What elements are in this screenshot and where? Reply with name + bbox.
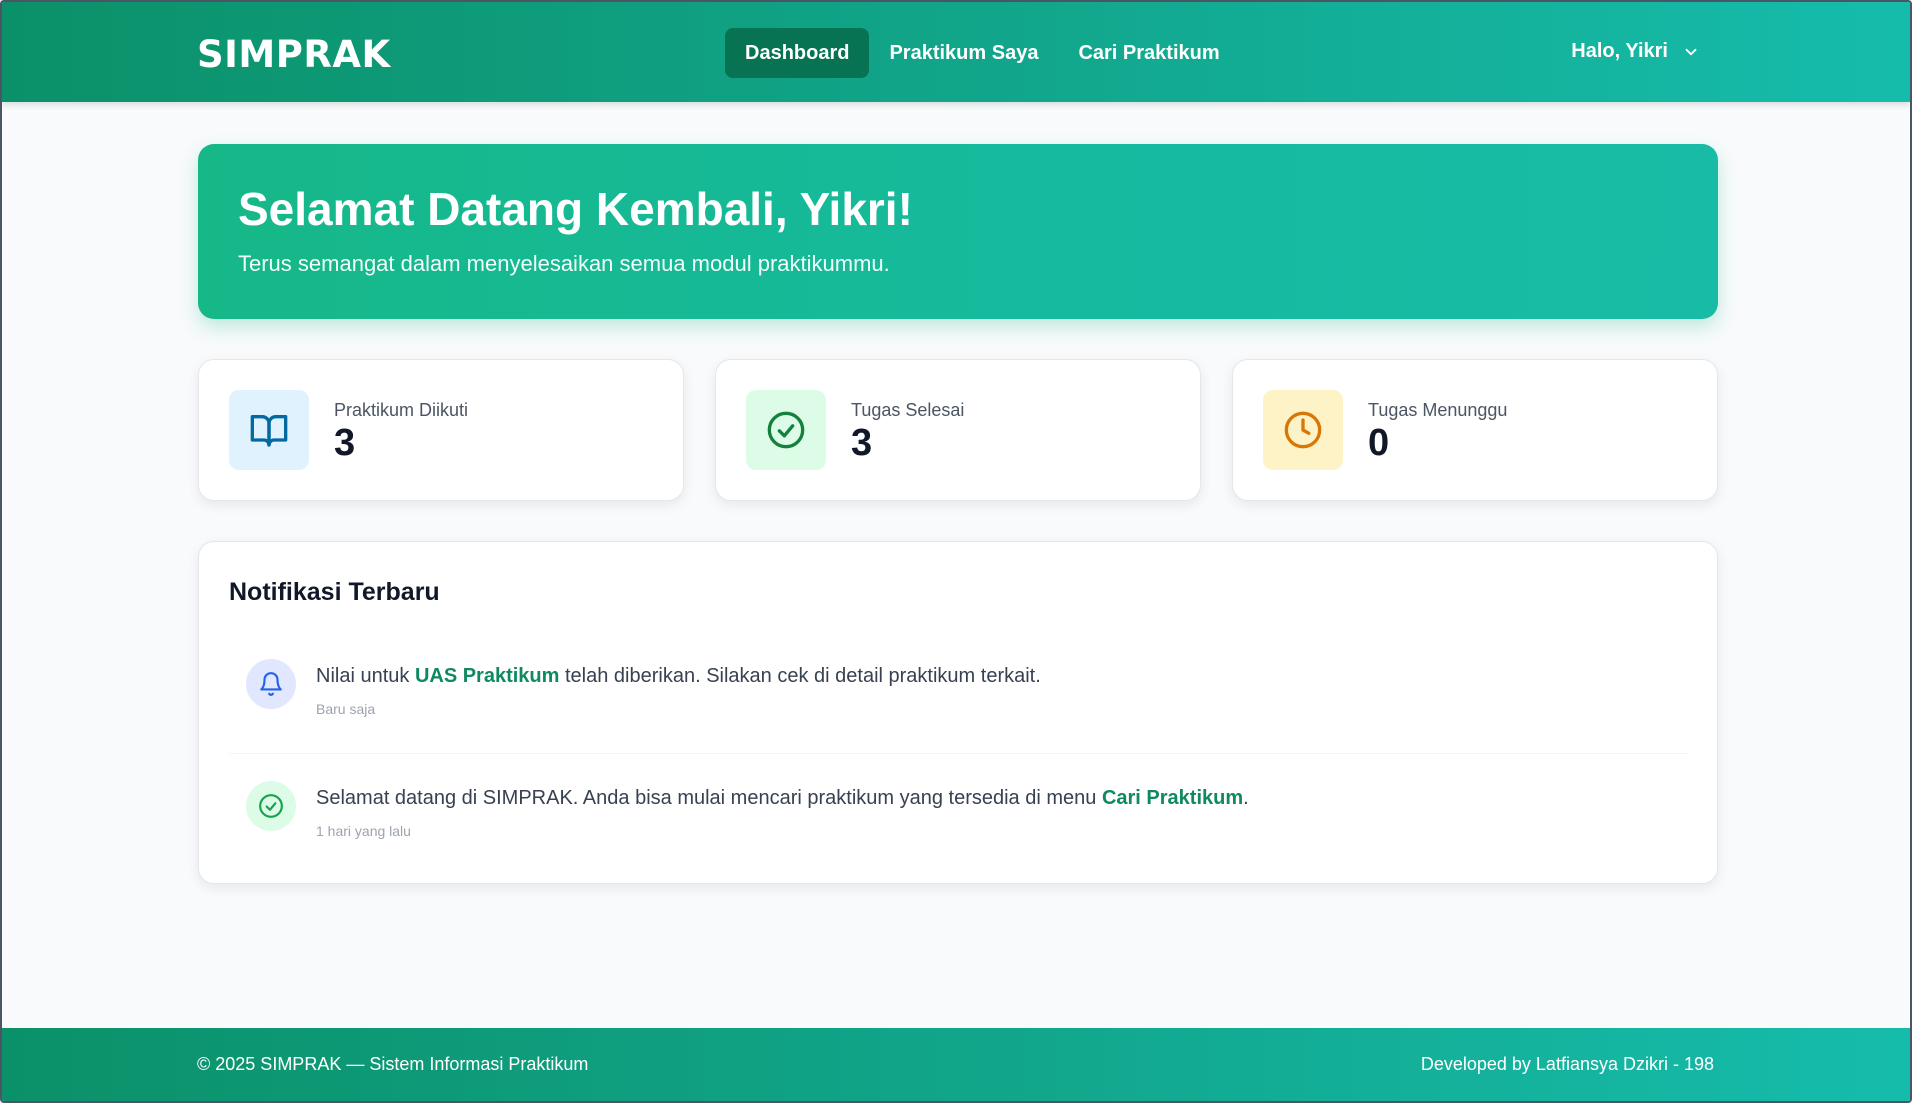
user-menu[interactable]: Halo, Yikri (1571, 40, 1700, 63)
nav-dashboard[interactable]: Dashboard (725, 28, 870, 78)
notification-text-after: . (1243, 787, 1249, 809)
notification-item: Nilai untuk UAS Praktikum telah diberika… (229, 649, 1689, 749)
check-circle-icon (259, 794, 283, 818)
notification-link-cari-praktikum[interactable]: Cari Praktikum (1102, 787, 1243, 809)
notification-item: Selamat datang di SIMPRAK. Anda bisa mul… (229, 771, 1689, 871)
user-greeting: Halo, Yikri (1571, 40, 1668, 62)
nav-praktikum-saya[interactable]: Praktikum Saya (869, 28, 1058, 78)
footer-credit: Developed by Latfiansya Dzikri - 198 (1420, 1054, 1714, 1074)
stat-value: 3 (334, 422, 356, 464)
book-open-icon (250, 415, 288, 447)
stat-label: Tugas Menunggu (1368, 400, 1508, 420)
divider (229, 753, 1689, 754)
footer: © 2025 SIMPRAK — Sistem Informasi Prakti… (2, 1028, 1910, 1101)
main-nav: Dashboard Praktikum Saya Cari Praktikum (725, 28, 1240, 78)
notifications-title: Notifikasi Terbaru (229, 578, 440, 606)
stat-card-tugas-selesai: Tugas Selesai 3 (715, 359, 1201, 501)
check-circle-icon (767, 411, 805, 449)
footer-copyright: © 2025 SIMPRAK — Sistem Informasi Prakti… (197, 1054, 589, 1074)
notification-time: 1 hari yang lalu (316, 823, 411, 839)
stat-label: Praktikum Diikuti (334, 400, 469, 420)
stat-card-praktikum-diikuti: Praktikum Diikuti 3 (198, 359, 684, 501)
notification-text: Nilai untuk UAS Praktikum telah diberika… (316, 665, 1041, 688)
stat-label: Tugas Selesai (851, 400, 965, 420)
notification-icon-wrap (246, 781, 296, 831)
bell-icon (260, 672, 282, 696)
notifications-card: Notifikasi Terbaru Nilai untuk UAS Prakt… (198, 541, 1718, 884)
notification-icon-wrap (246, 659, 296, 709)
welcome-title: Selamat Datang Kembali, Yikri! (238, 183, 913, 235)
notification-text: Selamat datang di SIMPRAK. Anda bisa mul… (316, 787, 1249, 810)
welcome-banner: Selamat Datang Kembali, Yikri! Terus sem… (198, 144, 1718, 319)
stat-value: 3 (851, 422, 873, 464)
stat-card-tugas-menunggu: Tugas Menunggu 0 (1232, 359, 1718, 501)
chevron-down-icon (1685, 48, 1697, 55)
brand-logo[interactable]: SIMPRAK (197, 33, 391, 76)
notification-text-after: telah diberikan. Silakan cek di detail p… (559, 665, 1041, 687)
top-navbar: SIMPRAK Dashboard Praktikum Saya Cari Pr… (2, 2, 1910, 102)
notification-time: Baru saja (316, 701, 376, 717)
stat-icon-box (1263, 390, 1343, 470)
welcome-subtitle: Terus semangat dalam menyelesaikan semua… (238, 250, 890, 276)
nav-cari-praktikum[interactable]: Cari Praktikum (1058, 28, 1239, 78)
notification-link-uas-praktikum[interactable]: UAS Praktikum (415, 665, 560, 687)
app-window: SIMPRAK Dashboard Praktikum Saya Cari Pr… (0, 0, 1912, 1103)
stat-value: 0 (1368, 422, 1390, 464)
notification-text-before: Selamat datang di SIMPRAK. Anda bisa mul… (316, 787, 1102, 809)
stat-icon-box (229, 390, 309, 470)
clock-icon (1284, 411, 1322, 449)
notification-text-before: Nilai untuk (316, 665, 415, 687)
stat-icon-box (746, 390, 826, 470)
